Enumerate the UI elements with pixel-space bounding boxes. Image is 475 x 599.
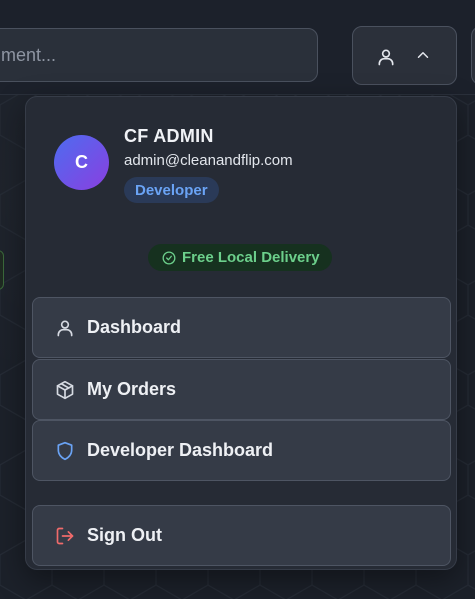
role-badge: Developer: [124, 177, 219, 203]
menu-item-dashboard[interactable]: Dashboard: [32, 297, 451, 358]
header-button-edge[interactable]: [471, 26, 475, 85]
menu-item-sign-out[interactable]: Sign Out: [32, 505, 451, 566]
user-icon: [55, 318, 75, 338]
shield-icon: [55, 441, 75, 461]
menu-item-my-orders[interactable]: My Orders: [32, 359, 451, 420]
user-icon: [376, 46, 396, 66]
search-input[interactable]: ment...: [0, 28, 318, 82]
menu-item-developer-dashboard[interactable]: Developer Dashboard: [32, 420, 451, 481]
menu-item-label: Developer Dashboard: [87, 440, 274, 460]
delivery-badge: Free Local Delivery: [148, 244, 332, 271]
user-email: admin@cleanandflip.com: [124, 152, 293, 169]
menu-item-label: Sign Out: [87, 525, 162, 545]
user-dropdown-menu: C CF ADMIN admin@cleanandflip.com Develo…: [25, 96, 457, 570]
log-out-icon: [55, 526, 75, 546]
chevron-up-icon: [414, 46, 434, 66]
delivery-label: Free Local Delivery: [182, 249, 320, 266]
side-tab[interactable]: [0, 250, 4, 290]
menu-item-label: Dashboard: [87, 317, 182, 337]
search-placeholder: ment...: [1, 44, 57, 65]
top-bar: ment...: [0, 0, 475, 95]
avatar: C: [54, 135, 109, 190]
package-icon: [55, 380, 75, 400]
user-name: CF ADMIN: [124, 126, 214, 146]
menu-item-label: My Orders: [87, 379, 177, 399]
check-circle-icon: [162, 251, 176, 265]
user-menu-button[interactable]: [352, 26, 457, 85]
